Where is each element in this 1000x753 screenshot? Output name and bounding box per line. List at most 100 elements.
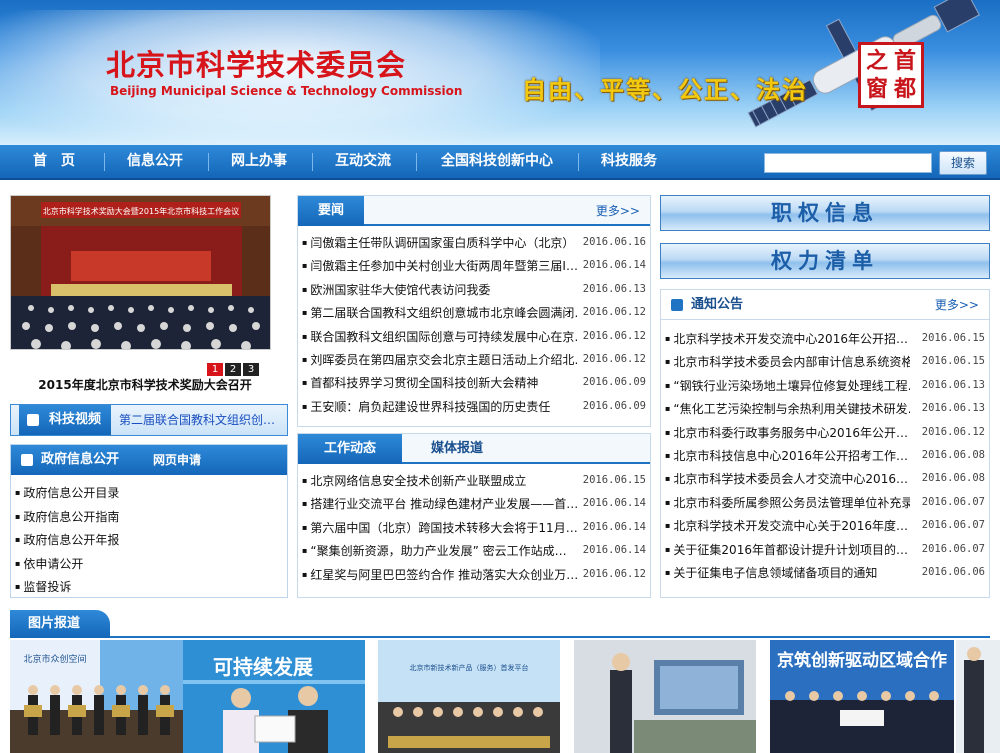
- list-item[interactable]: 刘晖委员在第四届京交会北京主题日活动上介绍北… 2016.06.12: [302, 348, 650, 371]
- gov-info-item[interactable]: 依申请公开: [15, 552, 287, 576]
- notice-item-title[interactable]: 北京科学技术开发交流中心2016年公开招…: [665, 327, 908, 351]
- nav-interaction[interactable]: 互动交流: [318, 145, 408, 178]
- nav-online-services[interactable]: 网上办事: [214, 145, 304, 178]
- list-item[interactable]: 北京科学技术开发交流中心关于2016年度… 2016.06.07: [665, 514, 989, 537]
- photo-thumbnail[interactable]: 北京市众创空间: [10, 640, 192, 753]
- list-item[interactable]: 第六届中国（北京）跨国技术转移大会将于11月… 2016.06.14: [302, 516, 650, 539]
- news-title[interactable]: 欧洲国家驻华大使馆代表访问我委: [302, 278, 490, 302]
- slide-page-3[interactable]: 3: [243, 363, 259, 376]
- notice-date: 2016.06.13: [921, 378, 985, 391]
- work-title[interactable]: 第六届中国（北京）跨国技术转移大会将于11月…: [302, 516, 577, 540]
- hero-slideshow-image[interactable]: 北京市科学技术奖励大会暨2015年北京市科技工作会议: [10, 195, 271, 350]
- notice-item-title[interactable]: “焦化工艺污染控制与余热利用关键技术研发…: [665, 397, 910, 421]
- notice-item-title[interactable]: 北京市科技信息中心2016年公开招考工作…: [665, 444, 908, 468]
- notice-item-title[interactable]: 北京科学技术开发交流中心关于2016年度…: [665, 514, 908, 538]
- list-item[interactable]: “聚集创新资源，助力产业发展” 密云工作站成… 2016.06.14: [302, 539, 650, 562]
- tech-video-link[interactable]: 第二届联合国教科文组织创…: [119, 405, 275, 435]
- photo-thumbnail[interactable]: 京筑创新驱动区域合作: [770, 640, 954, 753]
- tech-video-label[interactable]: 科技视频: [19, 405, 112, 435]
- notice-item-title[interactable]: 北京市科学技术委员会人才交流中心2016…: [665, 467, 908, 491]
- list-item[interactable]: 北京科学技术开发交流中心2016年公开招… 2016.06.15: [665, 327, 989, 350]
- power-list-button[interactable]: 权力清单: [660, 243, 990, 279]
- gov-info-title[interactable]: 政府信息公开: [20, 445, 119, 475]
- news-title[interactable]: 王安顺：肩负起建设世界科技强国的历史责任: [302, 395, 550, 419]
- news-title[interactable]: 首都科技界学习贯彻全国科技创新大会精神: [302, 371, 538, 395]
- list-item[interactable]: 北京市科学技术委员会内部审计信息系统资格… 2016.06.15: [665, 350, 989, 373]
- notice-date: 2016.06.08: [921, 472, 985, 485]
- photo-thumbnail[interactable]: 北京市新技术新产品（服务）首发平台: [378, 640, 560, 753]
- news-title[interactable]: 闫傲霜主任参加中关村创业大街两周年暨第三届I…: [302, 254, 577, 278]
- notice-item-title[interactable]: “钢铁行业污染场地土壤异位修复处理线工程…: [665, 374, 910, 398]
- photo-overlay-text: 京筑创新驱动区域合作: [777, 650, 947, 671]
- slide-page-2[interactable]: 2: [225, 363, 241, 376]
- photo-thumbnail[interactable]: [574, 640, 756, 753]
- list-item[interactable]: 闫傲霜主任带队调研国家蛋白质科学中心（北京） 2016.06.16: [302, 231, 650, 254]
- authority-info-button[interactable]: 职权信息: [660, 195, 990, 231]
- notice-more-link[interactable]: 更多>>: [935, 290, 979, 320]
- tab-news[interactable]: 要闻: [298, 196, 365, 226]
- gov-info-item[interactable]: 监督投诉: [15, 575, 287, 599]
- slide-page-1[interactable]: 1: [207, 363, 223, 376]
- notice-item-title[interactable]: 北京市科委所属参照公务员法管理单位补充录…: [665, 491, 910, 515]
- list-item[interactable]: 北京市科委行政事务服务中心2016年公开… 2016.06.12: [665, 421, 989, 444]
- notice-title[interactable]: 通知公告: [691, 290, 743, 320]
- list-item[interactable]: “焦化工艺污染控制与余热利用关键技术研发… 2016.06.13: [665, 397, 989, 420]
- photo-image: [574, 640, 756, 753]
- notice-item-title[interactable]: 关于征集电子信息领域储备项目的通知: [665, 561, 877, 585]
- news-title[interactable]: 联合国教科文组织国际创意与可持续发展中心在京…: [302, 325, 577, 349]
- gov-info-item[interactable]: 政府信息公开指南: [15, 505, 287, 529]
- hero-caption[interactable]: 2015年度北京市科学技术奖励大会召开: [10, 376, 280, 393]
- capital-window-seal-logo[interactable]: 之 首 窗 都: [858, 42, 924, 108]
- work-date: 2016.06.14: [582, 544, 646, 557]
- news-title[interactable]: 闫傲霜主任带队调研国家蛋白质科学中心（北京）: [302, 231, 574, 255]
- nav-innovation-center[interactable]: 全国科技创新中心: [424, 145, 570, 178]
- list-item[interactable]: 关于征集2016年首都设计提升计划项目的… 2016.06.07: [665, 538, 989, 561]
- notice-item-title[interactable]: 关于征集2016年首都设计提升计划项目的…: [665, 538, 908, 562]
- list-item[interactable]: 北京网络信息安全技术创新产业联盟成立 2016.06.15: [302, 469, 650, 492]
- nav-tech-services[interactable]: 科技服务: [584, 145, 674, 178]
- list-item[interactable]: 王安顺：肩负起建设世界科技强国的历史责任 2016.06.09: [302, 395, 650, 418]
- work-title[interactable]: 搭建行业交流平台 推动绿色建材产业发展——首…: [302, 492, 577, 516]
- notice-icon: [671, 299, 683, 311]
- news-panel: 要闻 更多>> 闫傲霜主任带队调研国家蛋白质科学中心（北京） 2016.06.16…: [297, 195, 651, 427]
- list-item[interactable]: 欧洲国家驻华大使馆代表访问我委 2016.06.13: [302, 278, 650, 301]
- list-item[interactable]: 北京市科委所属参照公务员法管理单位补充录… 2016.06.07: [665, 491, 989, 514]
- photo-thumbnail-partial[interactable]: [956, 640, 1000, 753]
- web-application-link[interactable]: 网页申请: [153, 445, 201, 475]
- nav-home[interactable]: 首 页: [14, 145, 94, 178]
- list-item[interactable]: 首都科技界学习贯彻全国科技创新大会精神 2016.06.09: [302, 371, 650, 394]
- gov-info-header: 政府信息公开 网页申请: [11, 445, 287, 475]
- news-list: 闫傲霜主任带队调研国家蛋白质科学中心（北京） 2016.06.16 闫傲霜主任参加…: [298, 226, 650, 418]
- list-item[interactable]: 联合国教科文组织国际创意与可持续发展中心在京… 2016.06.12: [302, 325, 650, 348]
- news-more-link[interactable]: 更多>>: [596, 196, 640, 226]
- photo-reports-title[interactable]: 图片报道: [10, 610, 111, 638]
- notice-item-title[interactable]: 北京市科学技术委员会内部审计信息系统资格…: [665, 350, 910, 374]
- gov-info-item[interactable]: 政府信息公开年报: [15, 528, 287, 552]
- work-updates-panel: 工作动态 媒体报道 北京网络信息安全技术创新产业联盟成立 2016.06.15 搭…: [297, 433, 651, 598]
- news-title[interactable]: 刘晖委员在第四届京交会北京主题日活动上介绍北…: [302, 348, 577, 372]
- news-date: 2016.06.13: [582, 282, 646, 295]
- photo-thumbnail[interactable]: 可持续发展: [183, 640, 365, 753]
- work-title[interactable]: 红星奖与阿里巴巴签约合作 推动落实大众创业万…: [302, 563, 577, 587]
- list-item[interactable]: 搭建行业交流平台 推动绿色建材产业发展——首… 2016.06.14: [302, 492, 650, 515]
- nav-info-disclosure[interactable]: 信息公开: [110, 145, 200, 178]
- work-title[interactable]: “聚集创新资源，助力产业发展” 密云工作站成…: [302, 539, 566, 563]
- tab-media-reports[interactable]: 媒体报道: [431, 434, 483, 464]
- list-item[interactable]: “钢铁行业污染场地土壤异位修复处理线工程… 2016.06.13: [665, 374, 989, 397]
- tab-work-updates[interactable]: 工作动态: [298, 434, 403, 464]
- notice-item-title[interactable]: 北京市科委行政事务服务中心2016年公开…: [665, 421, 908, 445]
- site-title[interactable]: 北京市科学技术委员会: [106, 42, 406, 84]
- list-item[interactable]: 第二届联合国教科文组织创意城市北京峰会圆满闭… 2016.06.12: [302, 301, 650, 324]
- search-input[interactable]: [764, 153, 932, 173]
- list-item[interactable]: 闫傲霜主任参加中关村创业大街两周年暨第三届I… 2016.06.14: [302, 254, 650, 277]
- gov-info-item[interactable]: 政府信息公开目录: [15, 481, 287, 505]
- list-item[interactable]: 红星奖与阿里巴巴签约合作 推动落实大众创业万… 2016.06.12: [302, 563, 650, 586]
- list-item[interactable]: 北京市科学技术委员会人才交流中心2016… 2016.06.08: [665, 467, 989, 490]
- news-title[interactable]: 第二届联合国教科文组织创意城市北京峰会圆满闭…: [302, 301, 577, 325]
- list-item[interactable]: 北京市科技信息中心2016年公开招考工作… 2016.06.08: [665, 444, 989, 467]
- search-button[interactable]: 搜索: [939, 151, 987, 175]
- site-subtitle: Beijing Municipal Science & Technology C…: [110, 84, 463, 98]
- work-tab-header: 工作动态 媒体报道: [298, 434, 650, 464]
- work-title[interactable]: 北京网络信息安全技术创新产业联盟成立: [302, 469, 526, 493]
- list-item[interactable]: 关于征集电子信息领域储备项目的通知 2016.06.06: [665, 561, 989, 584]
